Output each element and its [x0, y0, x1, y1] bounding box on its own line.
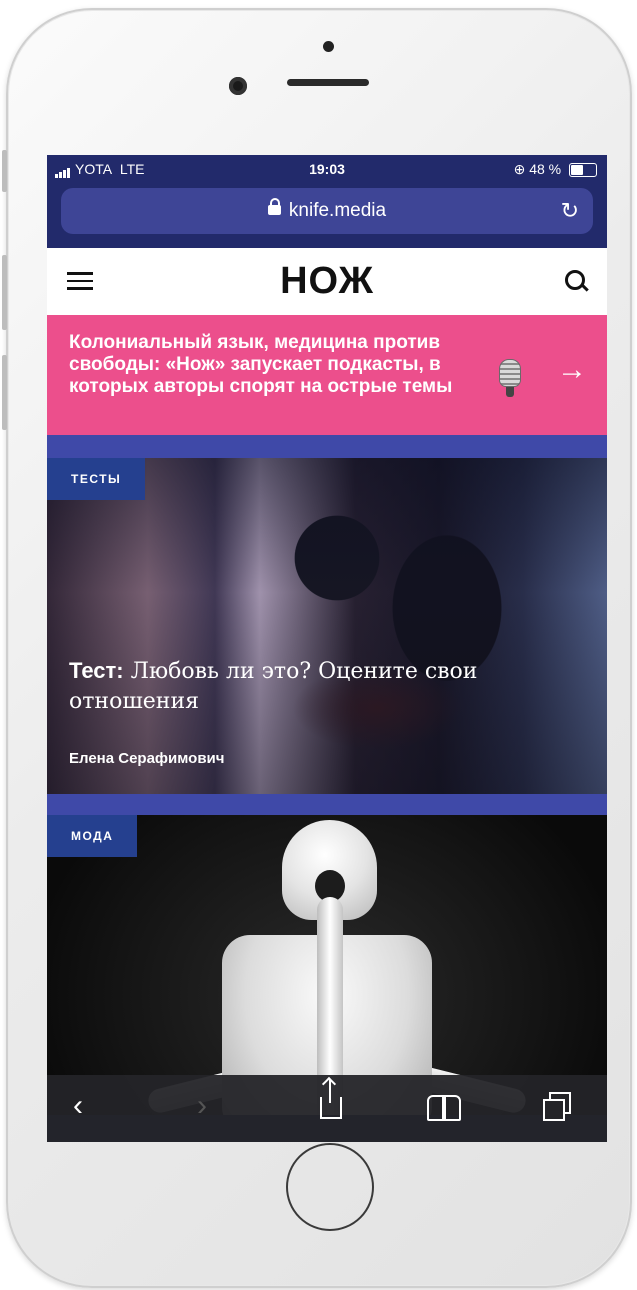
forward-button[interactable]: ›	[197, 1089, 207, 1123]
book-icon[interactable]	[427, 1095, 461, 1121]
category-tag[interactable]: МОДА	[47, 815, 138, 857]
address-bar[interactable]: knife.media ↻	[61, 188, 593, 234]
category-tag[interactable]: ТЕСТЫ	[47, 458, 146, 500]
orientation-lock-icon: ⊕	[513, 161, 526, 177]
back-button[interactable]: ‹	[73, 1089, 83, 1123]
proximity-sensor	[323, 41, 334, 52]
battery-icon	[569, 163, 597, 178]
browser-toolbar: ‹ ›	[47, 1075, 607, 1142]
tabs-icon[interactable]	[543, 1092, 571, 1121]
article-title[interactable]: Тест: Любовь ли это? Оцените свои отноше…	[69, 656, 579, 717]
volume-up-button	[2, 255, 7, 330]
url-text: knife.media	[288, 200, 387, 221]
lock-icon	[267, 197, 281, 215]
home-button[interactable]	[286, 1143, 374, 1231]
podcast-promo-banner[interactable]: Колониальный язык, медицина против свобо…	[47, 315, 607, 435]
site-logo[interactable]: НОЖ	[47, 260, 607, 303]
promo-text: Колониальный язык, медицина против свобо…	[69, 332, 453, 397]
silent-switch	[2, 150, 7, 192]
microphone-icon	[499, 359, 521, 397]
divider	[47, 435, 607, 458]
divider	[47, 794, 607, 815]
status-bar: YOTA LTE 19:03 ⊕ 48 %	[47, 155, 607, 185]
earpiece-speaker	[287, 79, 369, 86]
battery-status: ⊕ 48 %	[514, 161, 597, 178]
battery-level	[571, 165, 584, 176]
article-card[interactable]: МОДА	[47, 815, 607, 1115]
title-text: Любовь ли это? Оцените свои отношения	[69, 659, 478, 714]
reload-icon[interactable]: ↻	[561, 198, 579, 224]
battery-percent: 48 %	[529, 161, 562, 177]
photo-overlay	[47, 458, 607, 794]
search-icon[interactable]	[565, 270, 585, 290]
arrow-right-icon[interactable]: →	[557, 353, 587, 387]
site-header: НОЖ	[47, 248, 607, 315]
volume-down-button	[2, 355, 7, 430]
screen: YOTA LTE 19:03 ⊕ 48 % knife.media ↻ НОЖ …	[47, 155, 607, 1142]
url-display[interactable]: knife.media	[61, 197, 593, 222]
title-prefix: Тест:	[69, 658, 124, 683]
article-author[interactable]: Елена Серафимович	[69, 750, 225, 767]
share-icon[interactable]	[320, 1079, 342, 1119]
front-camera	[229, 77, 247, 95]
article-card[interactable]: ТЕСТЫ Тест: Любовь ли это? Оцените свои …	[47, 458, 607, 794]
